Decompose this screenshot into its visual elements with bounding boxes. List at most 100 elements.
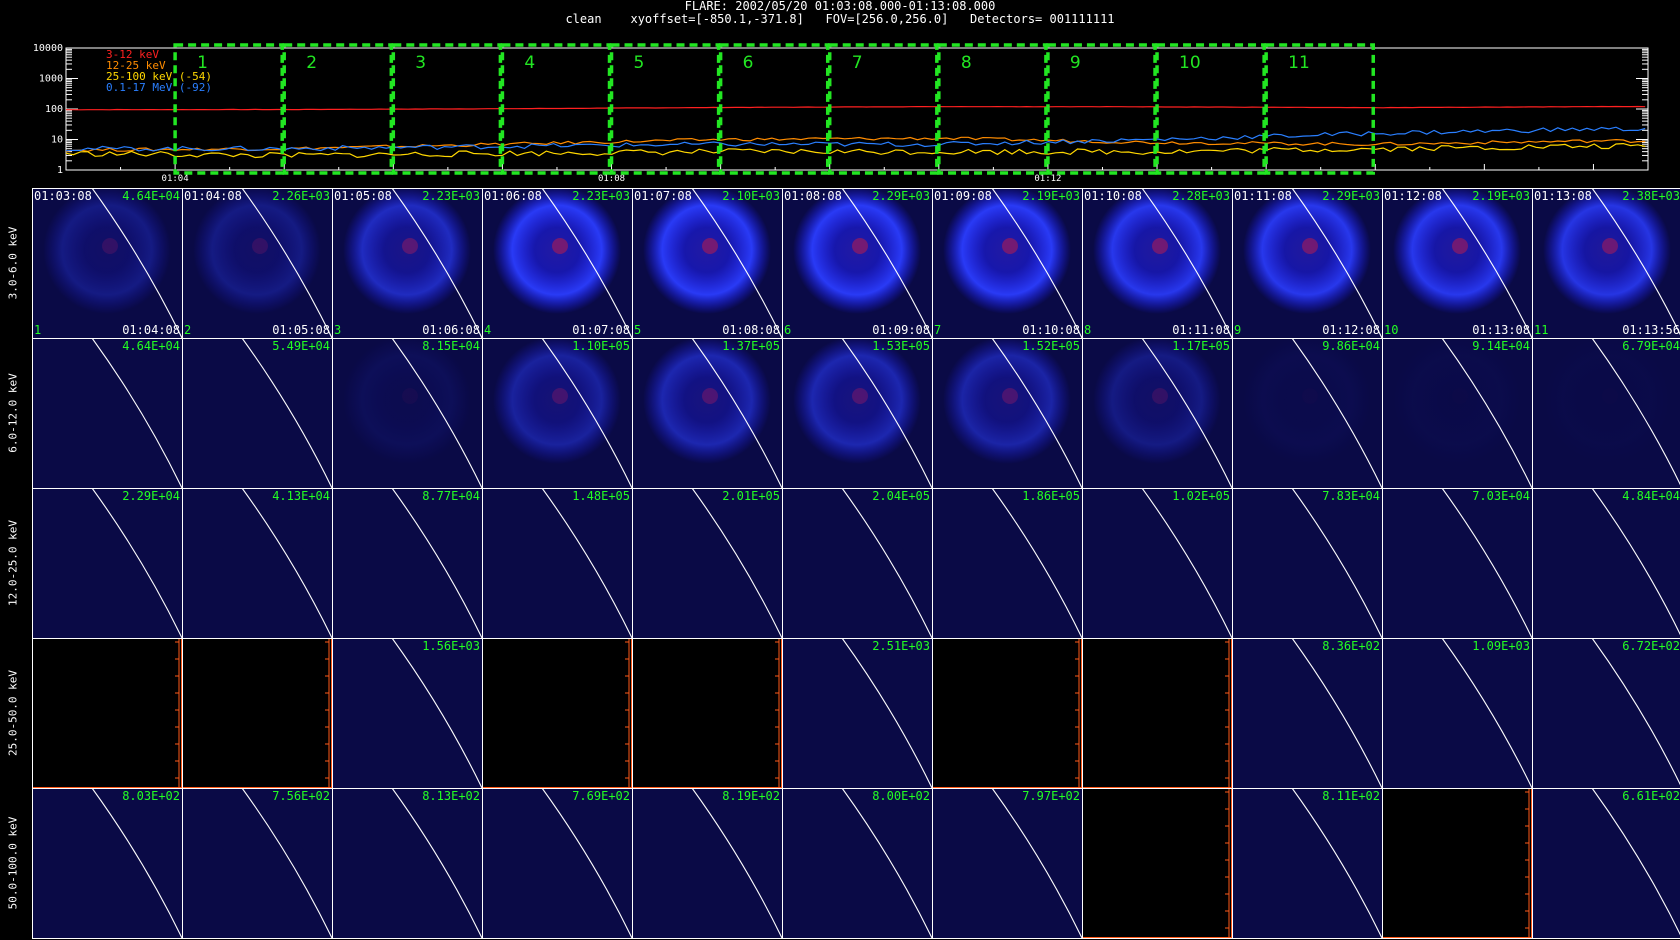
solar-limb	[991, 788, 1082, 938]
cell-graphic	[1082, 788, 1232, 938]
peak-value: 2.26E+03	[272, 189, 330, 203]
solar-limb	[691, 788, 782, 938]
grid-line-horizontal	[32, 188, 1680, 189]
start-time: 01:06:08	[484, 189, 542, 203]
solar-limb	[1441, 638, 1532, 788]
interval-number: 4	[524, 53, 535, 73]
image-cell: 1.37E+05	[632, 338, 782, 488]
grid-line-vertical	[1232, 188, 1233, 938]
end-time: 01:06:08	[422, 323, 480, 337]
peak-value: 8.36E+02	[1322, 639, 1380, 653]
start-time: 01:08:08	[784, 189, 842, 203]
end-time: 01:12:08	[1322, 323, 1380, 337]
image-cell: 8.13E+02	[332, 788, 482, 938]
peak-value: 8.13E+02	[422, 789, 480, 803]
image-cell: 7.56E+02	[182, 788, 332, 938]
interval-number: 8	[961, 53, 972, 73]
cell-graphic	[343, 338, 482, 488]
cell-graphic	[1543, 188, 1680, 336]
grid-line-vertical	[782, 188, 783, 938]
end-time: 01:10:08	[1022, 323, 1080, 337]
end-time: 01:05:08	[272, 323, 330, 337]
cell-graphic	[643, 188, 782, 338]
energy-band-text: 3.0-6.0 keV	[6, 226, 20, 300]
cell-graphic	[691, 488, 782, 638]
cell-graphic	[841, 488, 932, 638]
image-cell: 5.49E+04	[182, 338, 332, 488]
interval-number: 10	[1384, 323, 1399, 337]
peak-value: 7.97E+02	[1022, 789, 1080, 803]
solar-limb	[91, 788, 182, 938]
solar-limb	[391, 788, 482, 938]
cell-graphic	[1441, 488, 1532, 638]
cell-graphic	[643, 338, 782, 488]
peak-value: 2.23E+03	[572, 189, 630, 203]
interval-number: 1	[197, 53, 208, 73]
start-time: 01:03:08	[34, 189, 92, 203]
image-cell-empty	[632, 638, 782, 788]
source-core	[1452, 238, 1468, 254]
source-core	[1302, 388, 1318, 404]
source-core	[402, 388, 418, 404]
empty-frame	[32, 638, 182, 788]
lightcurve-series	[66, 105, 1646, 111]
image-cell: 2.23E+03 01:06:08 01:07:08 4	[482, 188, 632, 338]
image-cell-empty	[182, 638, 332, 788]
grid-line-vertical	[1082, 188, 1083, 938]
peak-value: 2.51E+03	[872, 639, 930, 653]
solar-limb	[1291, 638, 1382, 788]
cell-graphic	[541, 788, 632, 938]
source-core	[1602, 388, 1618, 404]
solar-limb	[1291, 788, 1382, 938]
energy-band-label: 6.0-12.0 keV	[0, 338, 26, 488]
peak-value: 8.11E+02	[1322, 789, 1380, 803]
cell-graphic	[943, 188, 1082, 338]
source-core	[252, 238, 268, 254]
peak-value: 9.86E+04	[1322, 339, 1380, 353]
cell-graphic	[241, 338, 332, 488]
cell-graphic	[391, 788, 482, 938]
image-cell-empty	[932, 638, 1082, 788]
grid-line-vertical	[332, 188, 333, 938]
image-cell-empty	[1382, 788, 1532, 938]
peak-value: 6.79E+04	[1622, 339, 1680, 353]
energy-band-label: 50.0-100.0 keV	[0, 788, 26, 938]
cell-graphic	[1291, 488, 1382, 638]
image-cell: 1.53E+05	[782, 338, 932, 488]
cell-graphic	[32, 638, 182, 788]
image-cell: 8.00E+02	[782, 788, 932, 938]
interval-number: 9	[1070, 53, 1081, 73]
cell-graphic	[991, 788, 1082, 938]
interval-number: 9	[1234, 323, 1242, 337]
start-time: 01:04:08	[184, 189, 242, 203]
cell-graphic	[1441, 638, 1532, 788]
peak-value: 1.17E+05	[1172, 339, 1230, 353]
grid-line-vertical	[1532, 188, 1533, 938]
energy-band-label: 12.0-25.0 keV	[0, 488, 26, 638]
image-cell: 7.83E+04	[1232, 488, 1382, 638]
solar-limb	[541, 788, 632, 938]
source-core	[1002, 388, 1018, 404]
y-tick-label: 1	[57, 165, 63, 176]
peak-value: 2.04E+05	[872, 489, 930, 503]
peak-value: 2.29E+03	[1322, 189, 1380, 203]
empty-frame	[1082, 638, 1232, 788]
end-time: 01:11:08	[1172, 323, 1230, 337]
peak-value: 7.69E+02	[572, 789, 630, 803]
image-cell: 8.19E+02	[632, 788, 782, 938]
image-cell-empty	[482, 638, 632, 788]
end-time: 01:08:08	[722, 323, 780, 337]
y-tick-label: 10	[51, 135, 63, 146]
cell-graphic	[541, 488, 632, 638]
cell-graphic	[691, 788, 782, 938]
image-cell-empty	[1082, 788, 1232, 938]
image-cell: 8.36E+02	[1232, 638, 1382, 788]
peak-value: 6.72E+02	[1622, 639, 1680, 653]
cell-graphic	[841, 788, 932, 938]
image-cell: 6.72E+02	[1532, 638, 1680, 788]
solar-limb	[241, 338, 332, 488]
grid-line-vertical	[182, 188, 183, 938]
solar-limb	[391, 488, 482, 638]
image-cell: 8.11E+02	[1232, 788, 1382, 938]
cell-graphic	[841, 638, 932, 788]
